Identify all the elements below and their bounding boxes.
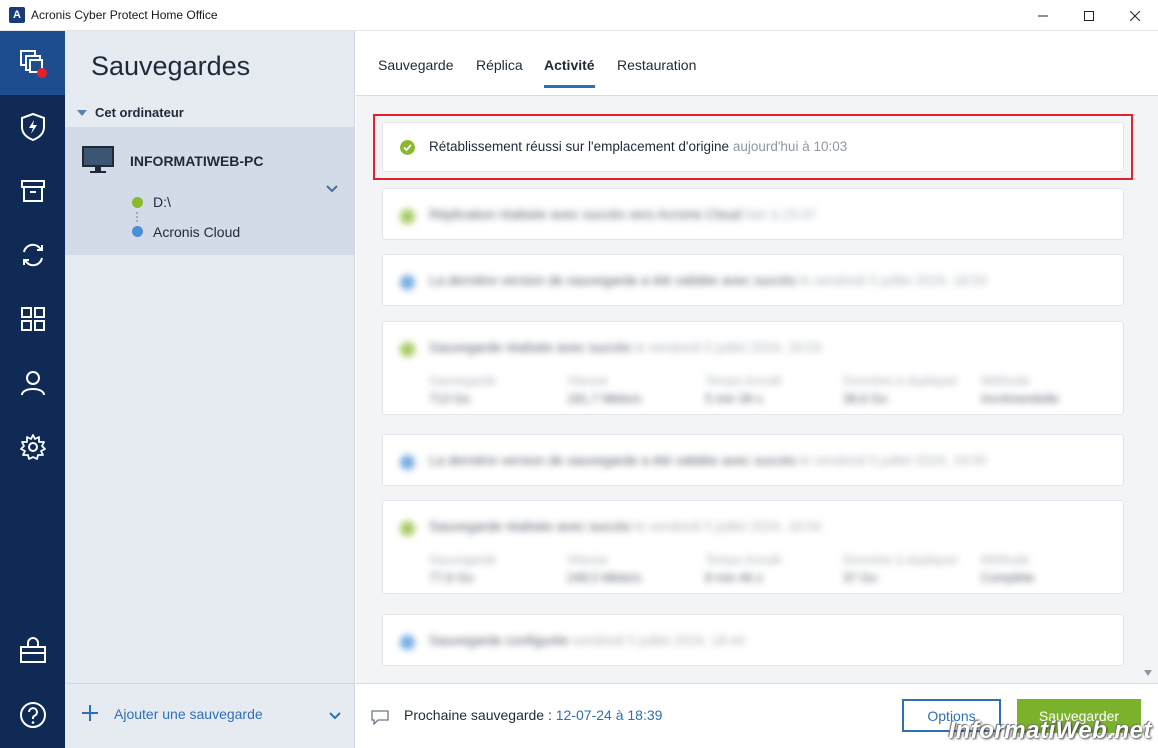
close-icon [1130, 10, 1140, 21]
rail-backups[interactable] [0, 31, 65, 95]
sidebar-title: Sauvegardes [91, 51, 251, 81]
tools-grid-icon [20, 307, 45, 331]
activity-item: La dernière version de sauvegarde a été … [382, 254, 1124, 306]
activity-item: Réplication réalisée avec succès vers Ac… [382, 188, 1124, 240]
stat-method: Méthode Complète [981, 553, 1035, 585]
activity-item: Sauvegarde réalisée avec succès le vendr… [382, 500, 1124, 594]
chevron-down-icon[interactable] [326, 185, 338, 193]
plus-icon [82, 705, 98, 721]
stat-size: Sauvegarde 713 Go [429, 374, 497, 406]
settings-gear-icon [19, 434, 46, 460]
add-backup-label: Ajouter une sauvegarde [114, 706, 263, 722]
rail-protection[interactable] [0, 95, 65, 159]
info-status-icon [400, 275, 415, 290]
sidebar: Sauvegardes Cet ordinateur INFORMATIWEB-… [65, 31, 355, 748]
account-icon [20, 371, 45, 396]
minimize-button[interactable] [1020, 0, 1066, 31]
machine-name: INFORMATIWEB-PC [130, 153, 264, 169]
rail-archive[interactable] [0, 159, 65, 223]
sync-icon [22, 243, 43, 267]
chevron-down-icon[interactable] [329, 712, 341, 720]
tab-bar: Sauvegarde Réplica Activité Restauration [356, 31, 1158, 96]
store-bag-icon [19, 637, 46, 663]
rail-store[interactable] [0, 619, 65, 683]
watermark: InformatiWeb.net [948, 717, 1152, 744]
success-check-icon [400, 521, 415, 536]
backup-destination: Acronis Cloud [153, 224, 241, 240]
activity-text: Sauvegarde configurée vendredi 5 juillet… [429, 633, 746, 648]
activity-text: Sauvegarde réalisée avec succès le vendr… [429, 340, 822, 355]
success-check-icon [400, 209, 415, 224]
help-icon [19, 702, 46, 728]
activity-text: Sauvegarde réalisée avec succès le vendr… [429, 519, 822, 534]
activity-text: La dernière version de sauvegarde a été … [429, 273, 987, 288]
source-status-dot [132, 197, 143, 208]
info-status-icon [400, 455, 415, 470]
connector-line [136, 212, 138, 222]
app-logo: A [9, 7, 25, 23]
rail-settings[interactable] [0, 415, 65, 479]
activity-item: La dernière version de sauvegarde a été … [382, 434, 1124, 486]
backup-copies-icon [19, 50, 47, 78]
stat-elapsed: Temps écoulé 8 min 46 s [705, 553, 783, 585]
rail-help[interactable] [0, 683, 65, 747]
highlight-frame [373, 114, 1133, 180]
stat-dedup: Données à dupliquer 38,6 Go [843, 374, 959, 406]
add-backup-bar[interactable]: Ajouter une sauvegarde [65, 683, 354, 748]
group-this-computer[interactable]: Cet ordinateur [77, 105, 184, 120]
scroll-down-arrow-icon[interactable] [1144, 670, 1152, 676]
archive-icon [20, 180, 45, 202]
tab-activity[interactable]: Activité [544, 57, 595, 88]
tab-backup[interactable]: Sauvegarde [378, 57, 454, 85]
maximize-button[interactable] [1066, 0, 1112, 31]
destination-status-dot [132, 226, 143, 237]
caret-down-icon [77, 109, 87, 116]
rail-account[interactable] [0, 351, 65, 415]
rail-tools[interactable] [0, 287, 65, 351]
stat-speed: Vitesse 181,7 Mbits/s [567, 374, 642, 406]
group-label: Cet ordinateur [95, 105, 184, 120]
nav-rail [0, 31, 65, 748]
window-controls [1020, 0, 1158, 31]
window-title: Acronis Cyber Protect Home Office [31, 8, 218, 22]
success-check-icon [400, 342, 415, 357]
stat-dedup: Données à dupliquer 37 Go [843, 553, 959, 585]
stat-method: Méthode Incrémentielle [981, 374, 1059, 406]
maximize-icon [1084, 10, 1094, 21]
stat-size: Sauvegarde 77,6 Go [429, 553, 497, 585]
computer-icon [82, 146, 114, 173]
minimize-icon [1038, 15, 1048, 16]
activity-item: Sauvegarde réalisée avec succès le vendr… [382, 321, 1124, 415]
title-bar: A Acronis Cyber Protect Home Office [0, 0, 1158, 31]
tab-replica[interactable]: Réplica [476, 57, 523, 85]
info-status-icon [400, 635, 415, 650]
backup-item-selected[interactable]: INFORMATIWEB-PC D:\ Acronis Cloud [65, 127, 354, 255]
close-button[interactable] [1112, 0, 1158, 31]
shield-icon [20, 112, 45, 142]
main-panel: Sauvegarde Réplica Activité Restauration… [356, 31, 1158, 748]
rail-sync[interactable] [0, 223, 65, 287]
next-backup-info: Prochaine sauvegarde : 12-07-24 à 18:39 [404, 707, 663, 723]
activity-item: Sauvegarde configurée vendredi 5 juillet… [382, 614, 1124, 666]
tab-recovery[interactable]: Restauration [617, 57, 696, 85]
activity-text: Réplication réalisée avec succès vers Ac… [429, 207, 817, 222]
comment-icon [371, 710, 389, 725]
activity-list: Rétablissement réussi sur l'emplacement … [373, 114, 1142, 684]
stat-elapsed: Temps écoulé 5 min 39 s [705, 374, 783, 406]
activity-text: La dernière version de sauvegarde a été … [429, 453, 987, 468]
stat-speed: Vitesse 248,5 Mbits/s [567, 553, 642, 585]
backup-source: D:\ [153, 194, 171, 210]
